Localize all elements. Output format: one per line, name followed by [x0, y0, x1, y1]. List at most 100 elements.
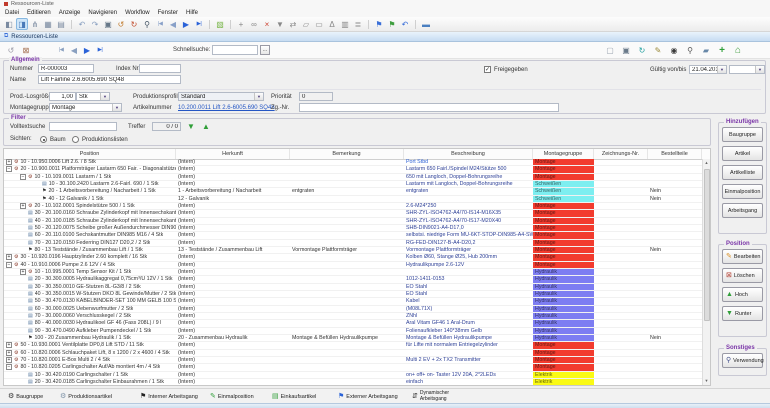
table-copy-icon[interactable]: ▥: [339, 18, 351, 30]
expand-icon[interactable]: +: [20, 269, 26, 275]
collapse-icon[interactable]: −: [6, 364, 12, 370]
bearbeiten-button[interactable]: ✎Bearbeiten: [722, 249, 763, 264]
freigegeben-checkbox[interactable]: ✓: [484, 66, 491, 73]
table-row[interactable]: ⚑40 - 12 Galvanik / 1 Stk12 - GalvanikSc…: [4, 196, 702, 203]
löschen-button[interactable]: ⊠Löschen: [722, 268, 763, 283]
scroll-down-icon[interactable]: ▼: [703, 377, 710, 385]
add-icon[interactable]: +: [716, 44, 728, 56]
table-row[interactable]: ▤10 - 30.420.0190 Carlingschalter / 1 St…: [4, 372, 702, 379]
collapse-icon[interactable]: −: [6, 262, 12, 268]
nummer-field[interactable]: [38, 64, 94, 73]
form-icon[interactable]: ▭: [313, 18, 325, 30]
einmalposition-button[interactable]: Einmalposition: [722, 184, 763, 199]
arbeitsgang-button[interactable]: Arbeitsgang: [722, 203, 763, 218]
find-next-icon[interactable]: ▼: [187, 122, 195, 131]
refresh-icon[interactable]: ↻: [128, 18, 140, 30]
edit-cell-icon[interactable]: ▱: [300, 18, 312, 30]
index-field[interactable]: [139, 64, 181, 73]
table-row[interactable]: ▤60 - 20.110.0100 Sechskantmutter DIN985…: [4, 232, 702, 239]
table-row[interactable]: +⚙10 - 10.950.0006 Lift 2.6. / 8 Stk(Int…: [4, 159, 702, 166]
collapse-icon[interactable]: −: [20, 174, 26, 180]
expand-icon[interactable]: +: [6, 254, 12, 260]
nav-last-icon[interactable]: ▶|: [94, 44, 106, 56]
expand-icon[interactable]: +: [20, 203, 26, 209]
table-row[interactable]: ⚑20 - 1 Arbeitsvorbereitung / Nacharbeit…: [4, 188, 702, 195]
revert-icon[interactable]: ↺: [115, 18, 127, 30]
save-icon[interactable]: ▣: [620, 44, 632, 56]
undo-all-icon[interactable]: ↶: [399, 18, 411, 30]
menu-item-editieren[interactable]: Editieren: [27, 10, 51, 16]
scrollbar-thumb[interactable]: [704, 169, 710, 321]
menu-item-workflow[interactable]: Workflow: [125, 10, 150, 16]
transfer-icon[interactable]: ⇄: [287, 18, 299, 30]
nav-next-icon[interactable]: ▶: [180, 18, 192, 30]
delete-icon[interactable]: ×: [261, 18, 273, 30]
artikelnummer-link[interactable]: 10.200.0011 Lift 2.6-6005.690 SQ48: [178, 105, 275, 111]
minimize-icon[interactable]: ▬: [420, 18, 432, 30]
menu-item-hilfe[interactable]: Hilfe: [186, 10, 198, 16]
home-icon[interactable]: ⌂: [732, 44, 744, 56]
table-row[interactable]: ▤70 - 30.000.0060 Verschlusskegel / 2 St…: [4, 313, 702, 320]
expand-icon[interactable]: +: [6, 357, 12, 363]
menu-item-datei[interactable]: Datei: [5, 10, 19, 16]
dropdown-icon[interactable]: ▼: [112, 104, 121, 111]
table-row[interactable]: ▤50 - 30.470.0130 KABELBINDER-SET 100 MM…: [4, 298, 702, 305]
nav-prev-icon[interactable]: ◀: [68, 44, 80, 56]
menu-item-anzeige[interactable]: Anzeige: [59, 10, 81, 16]
quicksearch-input[interactable]: [212, 45, 258, 55]
losgroesse-unit-select[interactable]: Stk ▼: [76, 92, 110, 101]
table-row[interactable]: +⚙10 - 10.995.0001 Temp Sensor Kit / 1 S…: [4, 269, 702, 276]
undo-icon[interactable]: ↺: [5, 44, 17, 56]
lock-icon[interactable]: ◉: [668, 44, 680, 56]
save-icon[interactable]: ▣: [102, 18, 114, 30]
table-row[interactable]: ▤10 - 30.100.2420 Lastarm 2.6-Fairl. 690…: [4, 181, 702, 188]
menu-item-navigieren[interactable]: Navigieren: [88, 10, 117, 16]
sum-icon[interactable]: Δ: [326, 18, 338, 30]
table-row[interactable]: −⚙80 - 10.820.0205 Carlingschalter Auf/A…: [4, 364, 702, 371]
edit-pen-icon[interactable]: ✎: [652, 44, 664, 56]
table-row[interactable]: ⚑100 - 20 Zusammenbau Hydraulik / 1 Stk2…: [4, 335, 702, 342]
column-header-zeichnungs-nr-[interactable]: Zeichnungs-Nr.: [594, 149, 648, 159]
expand-icon[interactable]: +: [6, 159, 12, 165]
sync-icon[interactable]: ↻: [636, 44, 648, 56]
dropdown-icon[interactable]: ▼: [254, 93, 263, 100]
quicksearch-browse-button[interactable]: ...: [260, 45, 270, 55]
table-row[interactable]: ▤20 - 30.420.0185 Carlingschalter Einbau…: [4, 379, 702, 385]
artikelliste-button[interactable]: Artikelliste: [722, 165, 763, 180]
verwendung-button[interactable]: ⚲Verwendung: [722, 353, 763, 368]
hoch-button[interactable]: ▲Hoch: [722, 287, 763, 302]
nav-first-icon[interactable]: |◀: [154, 18, 166, 30]
gueltig-bis-field[interactable]: ▼: [729, 65, 765, 74]
table-row[interactable]: ▤80 - 40.000.0030 Hydraulikoel GF 46 (Fa…: [4, 320, 702, 327]
undo-icon[interactable]: ↶: [76, 18, 88, 30]
scroll-up-icon[interactable]: ▲: [703, 159, 710, 167]
montagegruppe-select[interactable]: Montage ▼: [49, 103, 122, 112]
view-tree-icon[interactable]: ⋔: [29, 18, 41, 30]
column-header-bemerkung[interactable]: Bemerkung: [290, 149, 404, 159]
view-master-icon[interactable]: ◧: [3, 18, 15, 30]
new-doc-icon[interactable]: ▢: [604, 44, 616, 56]
table-row[interactable]: ▤20 - 30.300.0005 Hydraulikaggregat 0,75…: [4, 276, 702, 283]
produktionslisten-radio[interactable]: [72, 136, 79, 143]
list-icon[interactable]: ≣: [352, 18, 364, 30]
view-grid-icon[interactable]: ▦: [42, 18, 54, 30]
menu-item-fenster[interactable]: Fenster: [158, 10, 178, 16]
volltextsuche-input[interactable]: [49, 122, 117, 131]
chart-icon[interactable]: ▧: [214, 18, 226, 30]
calendar-dropdown-icon[interactable]: ▼: [755, 66, 764, 73]
table-row[interactable]: ⚑80 - 13 Teststände / Zusammenbau Lift /…: [4, 247, 702, 254]
expand-icon[interactable]: +: [6, 342, 12, 348]
runter-button[interactable]: ▼Runter: [722, 306, 763, 321]
vertical-scrollbar[interactable]: ▲ ▼: [702, 159, 710, 385]
table-row[interactable]: ▤50 - 20.120.0075 Scheibe großer Außendu…: [4, 225, 702, 232]
table-row[interactable]: +⚙70 - 10.820.0001 E-Box Multi 2 / 4 Stk…: [4, 357, 702, 364]
flag-blue-icon[interactable]: ⚑: [373, 18, 385, 30]
nav-last-icon[interactable]: ▶|: [193, 18, 205, 30]
table-row[interactable]: +⚙20 - 10.102.0001 Spindelstütze 500 / 1…: [4, 203, 702, 210]
collapse-icon[interactable]: −: [6, 166, 12, 172]
prioritaet-field[interactable]: [299, 92, 333, 101]
view-detail-icon[interactable]: ◨: [16, 18, 28, 30]
column-header-position[interactable]: Position: [4, 149, 176, 159]
name-field[interactable]: [38, 75, 181, 84]
losgroesse-field[interactable]: [49, 92, 76, 101]
